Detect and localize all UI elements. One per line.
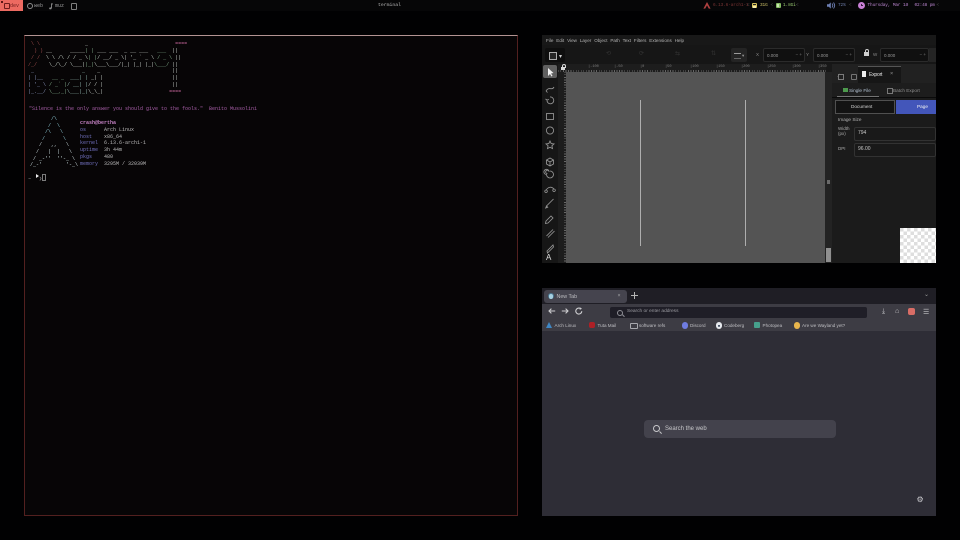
svg-text:A: A	[546, 253, 552, 262]
